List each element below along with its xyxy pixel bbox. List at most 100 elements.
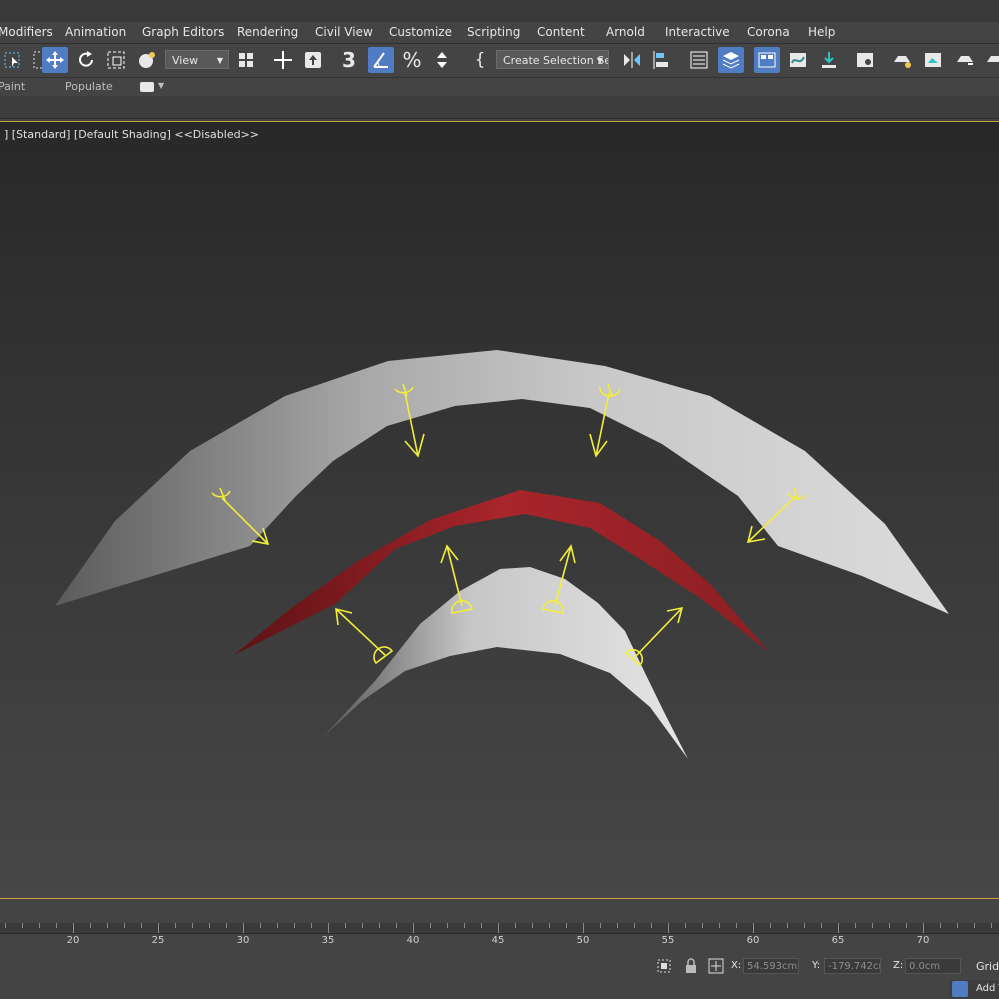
timeline-tick — [396, 923, 397, 928]
pivot-center-icon[interactable] — [233, 47, 259, 73]
selection-set-dropdown[interactable]: Create Selection Se ▼ — [496, 50, 609, 69]
timeline-tick — [141, 923, 142, 928]
menu-help[interactable]: Help — [808, 22, 835, 43]
menu-rendering[interactable]: Rendering — [237, 22, 298, 43]
time-tag-icon — [952, 981, 968, 997]
timeline-tick — [158, 923, 159, 933]
timeline-tick — [753, 923, 754, 933]
title-bar — [0, 0, 999, 22]
timeline-tick — [872, 923, 873, 928]
place-tool-icon[interactable] — [134, 47, 160, 73]
rendered-frame-window-icon[interactable] — [920, 47, 946, 73]
menu-arnold[interactable]: Arnold — [606, 22, 645, 43]
named-selection-edit-icon[interactable]: { — [467, 47, 493, 73]
z-coord-field[interactable]: 0.0cm — [905, 958, 961, 974]
align-icon[interactable] — [650, 47, 676, 73]
z-coord-label: Z: — [893, 960, 904, 971]
menu-customize[interactable]: Customize — [389, 22, 452, 43]
time-slider[interactable]: 20 25 30 35 40 45 50 55 60 65 70 — [0, 899, 999, 949]
snap-toggle-icon[interactable]: 3 — [336, 47, 362, 73]
timeline-tick — [56, 923, 57, 928]
timeline-tick — [260, 923, 261, 928]
curve-editor-icon[interactable] — [785, 47, 811, 73]
timeline-tick — [430, 923, 431, 928]
viewport-scene — [55, 350, 949, 759]
keyboard-shortcut-override-icon[interactable] — [300, 47, 326, 73]
timeline-tick — [481, 923, 482, 928]
selection-set-value: Create Selection Se — [503, 54, 609, 67]
timeline-tick — [192, 923, 193, 928]
mirror-icon[interactable] — [619, 47, 645, 73]
reference-coord-dropdown[interactable]: View ▼ — [165, 50, 229, 69]
tick-label: 60 — [746, 935, 760, 946]
perspective-viewport[interactable]: ] [Standard] [Default Shading] <<Disable… — [0, 121, 999, 899]
y-coord-field[interactable]: -179.742cm — [824, 958, 881, 974]
schematic-view-icon[interactable] — [816, 47, 842, 73]
timeline-tick — [906, 923, 907, 928]
timeline-tick — [379, 923, 380, 928]
timeline-tick — [787, 923, 788, 928]
timeline-tick — [651, 923, 652, 928]
timeline-tick — [549, 923, 550, 928]
isolate-selection-icon[interactable] — [655, 957, 673, 975]
add-time-tag-button[interactable]: Add T — [950, 980, 999, 999]
ribbon-options-icon[interactable] — [140, 82, 154, 92]
menu-interactive[interactable]: Interactive — [665, 22, 730, 43]
ribbon-tab-paint[interactable]: Paint — [0, 80, 25, 93]
menu-corona[interactable]: Corona — [747, 22, 790, 43]
absolute-mode-icon[interactable] — [707, 957, 725, 975]
timeline-tick — [889, 923, 890, 928]
timeline-tick — [685, 923, 686, 928]
tick-label: 55 — [661, 935, 675, 946]
rotate-tool-icon[interactable] — [73, 47, 99, 73]
ribbon-tabs: Paint Populate ▼ — [0, 78, 999, 96]
timeline-tick — [991, 923, 992, 928]
timeline-tick — [294, 923, 295, 928]
select-manipulate-icon[interactable] — [270, 47, 296, 73]
menu-civil-view[interactable]: Civil View — [315, 22, 373, 43]
y-coord-label: Y: — [812, 960, 821, 971]
ribbon-tab-populate[interactable]: Populate — [65, 80, 113, 93]
menu-graph-editors[interactable]: Graph Editors — [142, 22, 224, 43]
timeline-tick — [770, 923, 771, 928]
menu-animation[interactable]: Animation — [65, 22, 126, 43]
reference-coord-value: View — [172, 54, 199, 67]
spinner-snap-icon[interactable] — [429, 47, 455, 73]
timeline-tick — [736, 923, 737, 928]
percent-snap-icon[interactable]: % — [399, 47, 425, 73]
render-production-icon[interactable] — [952, 47, 978, 73]
selection-lock-icon[interactable] — [682, 957, 700, 975]
menu-scripting[interactable]: Scripting — [467, 22, 520, 43]
timeline-tick — [226, 923, 227, 928]
timeline-tick — [923, 923, 924, 933]
timeline-tick — [209, 923, 210, 928]
scene-explorer-icon[interactable] — [686, 47, 712, 73]
move-tool-icon[interactable] — [42, 47, 68, 73]
add-time-tag-label: Add T — [976, 983, 999, 994]
timeline-tick — [328, 923, 329, 933]
percent-glyph: % — [402, 48, 422, 72]
scale-tool-icon[interactable] — [103, 47, 129, 73]
x-coord-field[interactable]: 54.593cm — [743, 958, 799, 974]
timeline-tick — [702, 923, 703, 928]
toggle-ribbon-icon[interactable] — [754, 47, 780, 73]
timeline-tick — [175, 923, 176, 928]
render-setup-icon[interactable] — [889, 47, 915, 73]
timeline-track[interactable] — [0, 923, 999, 934]
timeline-tick — [311, 923, 312, 928]
render-in-cloud-icon[interactable] — [982, 47, 999, 73]
chevron-down-icon[interactable]: ▼ — [158, 81, 164, 90]
menu-modifiers[interactable]: Modifiers — [0, 22, 53, 43]
timeline-tick — [821, 923, 822, 928]
timeline-tick — [107, 923, 108, 928]
menu-content[interactable]: Content — [537, 22, 585, 43]
material-editor-icon[interactable] — [852, 47, 878, 73]
layer-explorer-icon[interactable] — [718, 47, 744, 73]
tick-label: 20 — [66, 935, 80, 946]
select-by-name-icon[interactable] — [0, 47, 26, 73]
viewport-label[interactable]: ] [Standard] [Default Shading] <<Disable… — [4, 128, 259, 141]
angle-snap-icon[interactable] — [368, 47, 394, 73]
timeline-tick — [345, 923, 346, 928]
light-gizmo-icon[interactable] — [335, 607, 394, 665]
ribbon-panel — [0, 96, 999, 119]
